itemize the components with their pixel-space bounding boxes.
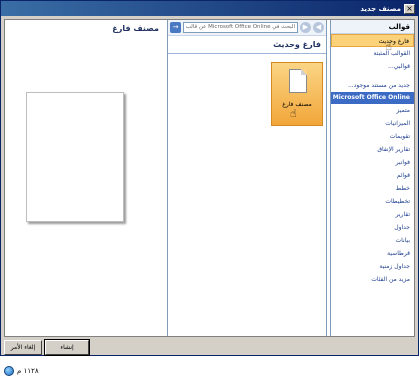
hand-cursor-icon: ☝: [385, 40, 392, 53]
templates-header: قوالب: [331, 20, 414, 34]
online-category[interactable]: قوائم: [331, 169, 414, 182]
dialog-footer: إلغاء الأمر إنشاء: [4, 339, 90, 356]
online-category[interactable]: بيانات: [331, 234, 414, 247]
template-my-templates[interactable]: قوالبي...: [331, 60, 414, 73]
office-online-section: Microsoft Office Online: [331, 92, 414, 104]
search-input[interactable]: البحث في Microsoft Office Online عن قالب: [183, 22, 298, 33]
template-from-existing[interactable]: جديد من مستند موجود...: [331, 79, 414, 92]
preview-pane: مصنف فارغ: [5, 20, 165, 336]
back-button[interactable]: ◀: [313, 22, 324, 33]
globe-icon: [4, 366, 14, 376]
gallery-header: فارغ وحديث: [168, 36, 326, 54]
online-category[interactable]: تقويمات: [331, 130, 414, 143]
window-title: مصنف جديد: [360, 4, 401, 13]
title-bar: × مصنف جديد: [1, 1, 418, 16]
online-category[interactable]: تقارير الإنفاق: [331, 143, 414, 156]
online-category[interactable]: تقارير: [331, 208, 414, 221]
close-button[interactable]: ×: [404, 3, 415, 14]
template-gallery: ◀ ▶ البحث في Microsoft Office Online عن …: [167, 20, 327, 336]
online-category[interactable]: تخطيطات: [331, 195, 414, 208]
template-blank-and-recent[interactable]: فارغ وحديث: [331, 34, 414, 47]
cancel-button[interactable]: إلغاء الأمر: [4, 340, 42, 355]
forward-button[interactable]: ▶: [300, 22, 311, 33]
online-category[interactable]: خطط: [331, 182, 414, 195]
templates-pane: قوالب فارغ وحديث القوالب المثبتة قوالبي.…: [330, 20, 414, 336]
online-category[interactable]: قرطاسية: [331, 247, 414, 260]
hand-cursor-icon: ☝: [290, 107, 297, 120]
online-category[interactable]: فواتير: [331, 156, 414, 169]
preview-header: مصنف فارغ: [112, 24, 159, 33]
online-category[interactable]: متميز: [331, 104, 414, 117]
online-category[interactable]: الميزانيات: [331, 117, 414, 130]
online-category[interactable]: جداول زمنية: [331, 260, 414, 273]
dialog-body: قوالب فارغ وحديث القوالب المثبتة قوالبي.…: [4, 19, 415, 337]
online-category[interactable]: مزيد من الفئات: [331, 273, 414, 286]
blank-document-icon: [289, 69, 307, 93]
tile-label: مصنف فارغ: [282, 101, 312, 108]
online-category[interactable]: جداول: [331, 221, 414, 234]
status-text: ١١٢٨ م: [17, 367, 39, 375]
search-go-button[interactable]: →: [170, 22, 181, 33]
status-area: ١١٢٨ م: [4, 366, 39, 376]
search-row: ◀ ▶ البحث في Microsoft Office Online عن …: [168, 20, 326, 36]
blank-workbook-tile[interactable]: مصنف فارغ ☝: [271, 62, 323, 126]
template-installed[interactable]: القوالب المثبتة: [331, 47, 414, 60]
create-button[interactable]: إنشاء: [44, 339, 90, 356]
new-workbook-dialog: × مصنف جديد قوالب فارغ وحديث القوالب الم…: [0, 0, 419, 356]
blank-page-preview: [26, 92, 124, 222]
